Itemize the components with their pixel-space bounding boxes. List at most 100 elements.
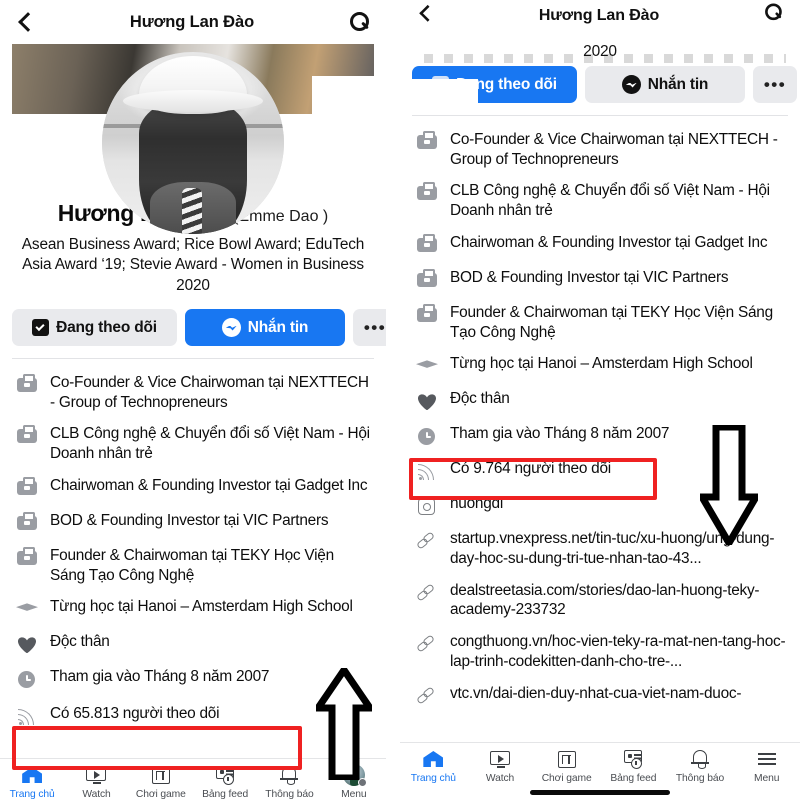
list-item[interactable]: CLB Công nghệ & Chuyển đổi số Việt Nam -… [0,418,386,469]
follow-button-white-overlay [400,79,478,113]
avatar-body [150,182,236,234]
back-chevron-icon[interactable] [16,12,36,32]
link-icon [416,685,438,707]
list-item[interactable]: Co-Founder & Vice Chairwoman tại NEXTTEC… [0,367,386,418]
cover-white-patch [312,76,374,114]
list-item[interactable]: Chairwoman & Founding Investor tại Gadge… [400,227,800,262]
nav-label: Watch [82,789,111,800]
graduation-cap-icon [16,598,38,620]
followers-highlight-box [409,458,657,500]
ellipsis-icon: ••• [363,317,386,337]
list-item[interactable]: Chairwoman & Founding Investor tại Gadge… [0,470,386,505]
list-item-label: Chairwoman & Founding Investor tại Gadge… [50,476,368,494]
avatar-stripe [182,188,202,234]
list-item[interactable]: Co-Founder & Vice Chairwoman tại NEXTTEC… [400,124,800,175]
nav-label: Watch [485,773,515,784]
briefcase-icon [16,425,38,447]
list-item-link[interactable]: vtc.vn/dai-dien-duy-nhat-cua-viet-nam-du… [400,678,800,713]
follow-button[interactable]: Đang theo dõi [12,309,177,347]
nav-item-feed[interactable]: Bảng feed [600,748,667,784]
right-phone-screenshot: Hương Lan Đào 2020 Đang theo dõi Nhắn ti… [400,0,800,800]
rss-followers-icon [16,705,38,727]
nav-label: Bảng feed [202,789,249,800]
nav-item-watch[interactable]: Watch [467,748,534,784]
left-action-buttons: Đang theo dõi Nhắn tin ••• [0,296,386,358]
list-item-link[interactable]: congthuong.vn/hoc-vien-teky-ra-mat-nen-t… [400,626,800,677]
list-item[interactable]: BOD & Founding Investor tại VIC Partners [0,505,386,540]
nav-item-menu[interactable]: Menu [733,748,800,784]
list-item[interactable]: BOD & Founding Investor tại VIC Partners [400,262,800,297]
link-icon [416,633,438,655]
bell-icon [688,748,712,770]
messenger-icon [621,75,641,94]
message-button[interactable]: Nhắn tin [185,309,345,347]
screenshot-root: Hương Lan Đào Hương Lan Đào (Emme Dao ) [0,0,800,800]
heart-icon [416,390,438,412]
nav-label: Trang chủ [410,773,456,784]
follow-button-label: Đang theo dõi [56,318,157,336]
list-item-label: Co-Founder & Vice Chairwoman tại NEXTTEC… [50,374,369,411]
list-item[interactable]: Độc thân [400,383,800,418]
nav-label: Chơi game [135,789,186,800]
followers-count-label: Có 65.813 người theo dõi [50,705,220,723]
message-button[interactable]: Nhắn tin [585,66,745,103]
list-item[interactable]: Từng học tại Hanoi – Amsterdam High Scho… [400,348,800,383]
link-icon [416,530,438,552]
news-feed-icon [621,748,645,770]
list-item-label: Từng học tại Hanoi – Amsterdam High Scho… [450,355,753,373]
list-item-link[interactable]: dealstreetasia.com/stories/dao-lan-huong… [400,575,800,626]
cover-and-avatar [0,44,386,234]
list-item[interactable]: Founder & Chairwoman tại TEKY Học Viện S… [400,297,800,348]
more-options-button[interactable]: ••• [753,66,797,103]
nav-item-game[interactable]: Chơi game [533,748,600,784]
back-chevron-icon[interactable] [418,5,435,22]
nav-label: Menu [754,773,780,784]
briefcase-icon [416,303,438,326]
list-item[interactable]: Từng học tại Hanoi – Amsterdam High Scho… [0,591,386,626]
messenger-icon [221,318,241,338]
right-action-buttons: Đang theo dõi Nhắn tin ••• [400,64,800,115]
search-icon[interactable] [348,11,370,33]
briefcase-icon [416,131,438,153]
heart-icon [16,633,38,655]
list-item-label: Co-Founder & Vice Chairwoman tại NEXTTEC… [450,131,778,168]
list-item-label: congthuong.vn/hoc-vien-teky-ra-mat-nen-t… [450,633,786,670]
avatar[interactable] [102,52,284,234]
clock-icon [16,668,38,690]
home-indicator [530,790,670,795]
nav-label: Menu [341,789,367,800]
home-icon [421,748,445,770]
message-button-label: Nhắn tin [247,318,309,336]
page-title: Hương Lan Đào [129,12,255,31]
nav-label: Thông báo [265,789,314,800]
ellipsis-icon: ••• [763,74,787,94]
nav-item-notifications[interactable]: Thông báo [667,748,734,784]
link-icon [416,582,438,604]
list-item-label: BOD & Founding Investor tại VIC Partners [50,511,329,529]
list-item-label: Độc thân [50,633,110,651]
search-icon[interactable] [763,3,782,22]
list-item-label: CLB Công nghệ & Chuyển đổi số Việt Nam -… [50,425,370,463]
list-item-label: Tham gia vào Tháng 8 năm 2007 [450,425,670,443]
list-item[interactable]: Độc thân [0,626,386,661]
right-app-header: Hương Lan Đào [400,0,800,26]
followers-highlight-box [12,726,302,770]
avatar-hat [123,56,263,114]
follow-button[interactable]: Đang theo dõi [400,66,577,113]
list-item[interactable]: Founder & Chairwoman tại TEKY Học Viện S… [0,540,386,591]
graduation-cap-icon [416,355,438,377]
briefcase-icon [416,233,438,256]
briefcase-icon [416,182,438,204]
arrow-down-annotation [700,425,758,545]
nav-label: Bảng feed [610,773,657,784]
list-item[interactable]: CLB Công nghệ & Chuyển đổi số Việt Nam -… [400,175,800,226]
list-item-label: CLB Công nghệ & Chuyển đổi số Việt Nam -… [450,182,770,220]
briefcase-icon [416,268,438,291]
arrow-up-annotation [316,668,372,780]
clock-icon [416,425,438,447]
avatar-image [102,52,284,234]
nav-item-home[interactable]: Trang chủ [400,748,467,784]
profile-bio: Asean Business Award; Rice Bowl Award; E… [21,235,365,294]
list-item-label: Từng học tại Hanoi – Amsterdam High Scho… [50,598,353,616]
more-options-button[interactable]: ••• [353,309,386,347]
